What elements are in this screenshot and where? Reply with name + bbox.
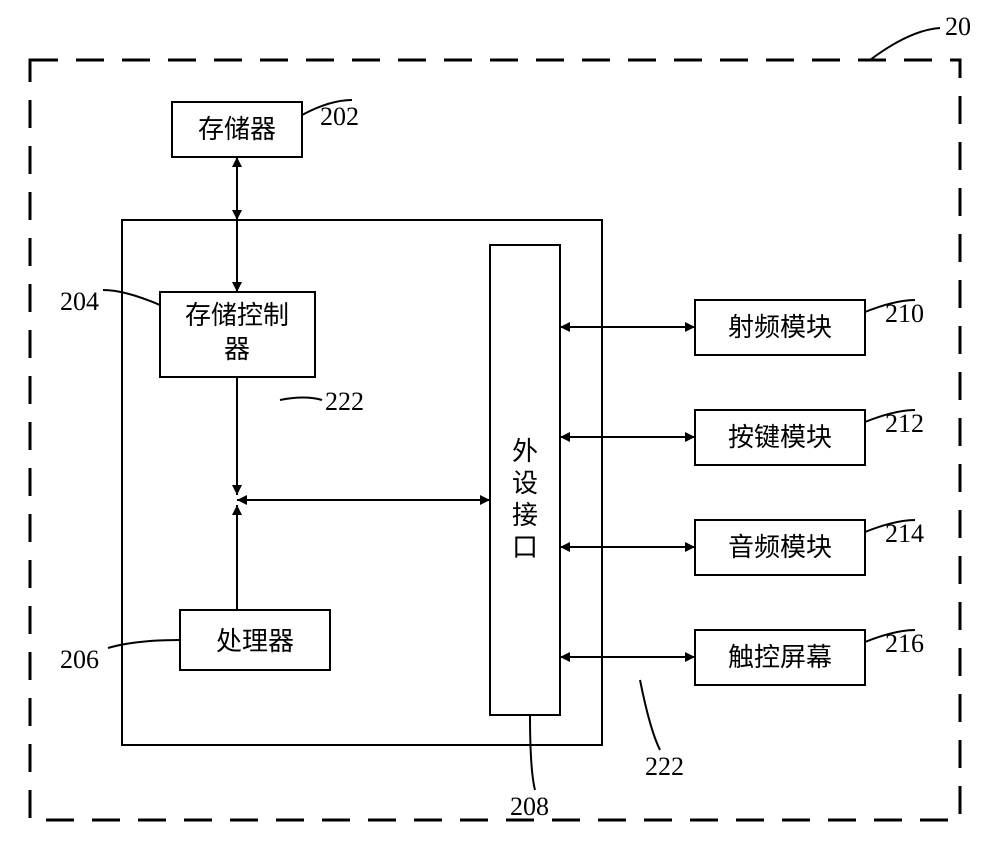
rf-block: 射频模块 210 bbox=[695, 299, 924, 355]
audio-num: 214 bbox=[885, 519, 924, 548]
periph-if-label-2: 设 bbox=[512, 469, 538, 498]
mem-ctrl-num: 204 bbox=[60, 287, 99, 316]
bus-label-lower: 222 bbox=[645, 752, 684, 781]
mem-ctrl-block: 存储控制 器 204 bbox=[60, 287, 315, 377]
periph-if-num: 208 bbox=[510, 792, 549, 821]
audio-block: 音频模块 214 bbox=[695, 519, 924, 575]
mem-ctrl-label-1: 存储控制 bbox=[185, 301, 289, 330]
periph-if-label-1: 外 bbox=[512, 437, 538, 466]
mem-ctrl-label-2: 器 bbox=[224, 335, 250, 364]
leader-bus-lower bbox=[640, 680, 660, 750]
keys-label: 按键模块 bbox=[728, 423, 832, 452]
system-label: 20 bbox=[945, 12, 971, 41]
rf-label: 射频模块 bbox=[728, 313, 832, 342]
periph-if-label-3: 接 bbox=[512, 501, 538, 530]
touch-num: 216 bbox=[885, 629, 924, 658]
keys-block: 按键模块 212 bbox=[695, 409, 924, 465]
rf-num: 210 bbox=[885, 299, 924, 328]
touch-label: 触控屏幕 bbox=[728, 643, 832, 672]
memory-num: 202 bbox=[320, 102, 359, 131]
memory-block: 存储器 202 bbox=[172, 100, 359, 157]
touch-block: 触控屏幕 216 bbox=[695, 629, 924, 685]
memory-label: 存储器 bbox=[198, 115, 276, 144]
processor-block: 处理器 206 bbox=[60, 610, 330, 674]
audio-label: 音频模块 bbox=[728, 533, 832, 562]
periph-if-label-4: 口 bbox=[512, 533, 538, 562]
leader-system bbox=[870, 28, 940, 60]
bus-label-upper: 222 bbox=[325, 387, 364, 416]
keys-num: 212 bbox=[885, 409, 924, 438]
processor-label: 处理器 bbox=[216, 627, 294, 656]
processor-num: 206 bbox=[60, 645, 99, 674]
